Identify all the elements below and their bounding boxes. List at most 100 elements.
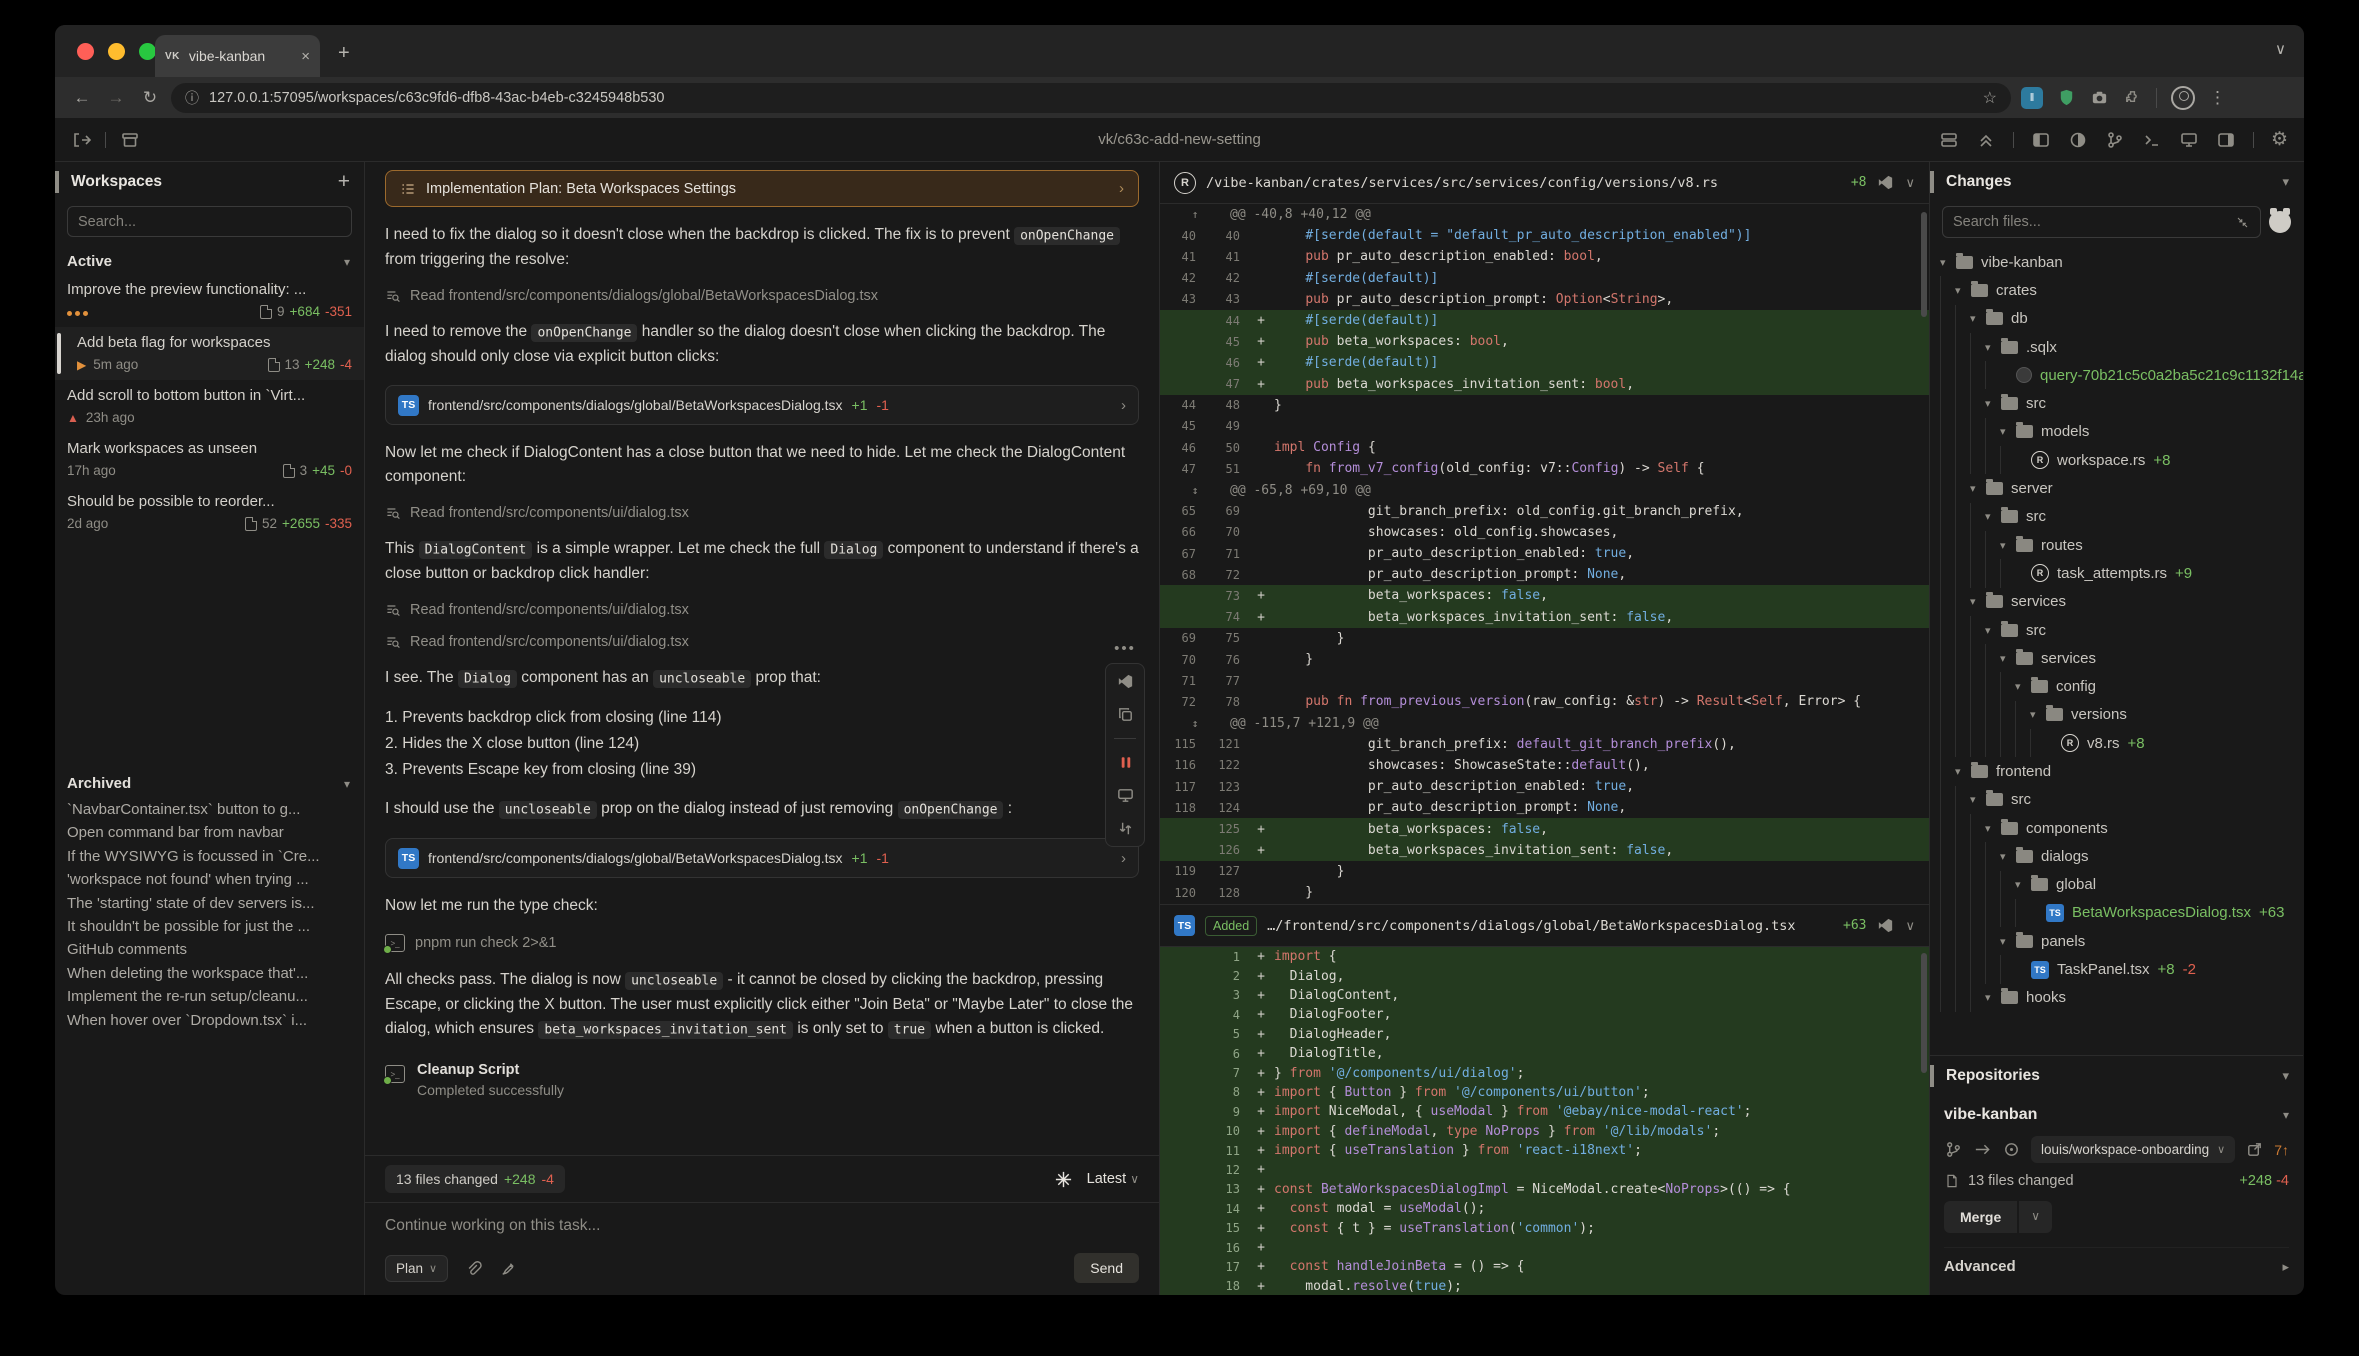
tree-file-row[interactable]: TS TaskPanel.tsx +8 -2 [1940,955,2303,984]
close-window-button[interactable] [77,42,94,60]
tree-folder-row[interactable]: ▾ hooks [1940,983,2303,1013]
adblock-shield-icon[interactable] [2057,88,2076,107]
archived-workspace-item[interactable]: 'workspace not found' when trying ... [67,868,352,891]
copy-icon[interactable] [1116,705,1135,724]
pause-icon[interactable] [1116,753,1135,772]
collapse-tree-icon[interactable] [2235,215,2250,230]
version-dropdown[interactable]: Latest ∨ [1087,1171,1139,1187]
tree-file-row[interactable]: TS BetaWorkspacesDialog.tsx +63 [1940,898,2303,928]
tree-folder-row[interactable]: ▾ panels [1940,927,2303,956]
open-external-icon[interactable] [2245,1140,2264,1159]
profile-avatar[interactable] [2171,85,2195,110]
tree-folder-row[interactable]: ▾ routes [1940,530,2303,560]
tab-close-icon[interactable]: × [301,48,310,65]
tab-search-icon[interactable]: ∨ [2275,40,2286,58]
scrollbar-thumb[interactable] [1921,212,1927,317]
tree-file-row[interactable]: Rtask_attempts.rs +9 [1940,559,2303,588]
tree-folder-row[interactable]: ▾ versions [1940,700,2303,730]
reload-icon[interactable]: ↻ [137,88,163,108]
workspace-search-input[interactable]: Search... [67,206,352,237]
open-in-vscode-icon[interactable] [1116,672,1135,691]
tree-folder-row[interactable]: ▾ src [1940,785,2303,814]
collapse-all-icon[interactable] [1976,130,1996,150]
tool-read-row[interactable]: Read frontend/src/components/ui/dialog.t… [385,634,1139,650]
workspace-item[interactable]: Should be possible to reorder... 2d ago 52… [55,486,364,539]
tree-folder-row[interactable]: ▾ server [1940,474,2303,503]
repositories-header[interactable]: Repositories ▾ [1930,1056,2303,1096]
maximize-window-button[interactable] [139,42,156,60]
screenshot-camera-icon[interactable] [2090,88,2109,107]
send-button[interactable]: Send [1074,1253,1139,1283]
mode-dropdown[interactable]: Plan ∨ [385,1254,449,1282]
tree-folder-row[interactable]: ▾ frontend [1940,757,2303,786]
collapse-chevron-icon[interactable]: ∨ [1905,175,1915,191]
archived-workspace-item[interactable]: Implement the re-run setup/cleanu... [67,985,352,1008]
browser-tab[interactable]: VK vibe-kanban × [155,35,320,77]
back-icon[interactable]: ← [69,88,95,108]
open-external-icon[interactable] [71,130,91,150]
tree-folder-row[interactable]: ▾ config [1940,672,2303,701]
message-input[interactable]: Continue working on this task... Plan ∨ S… [365,1202,1159,1295]
files-changed-chip[interactable]: 13 files changed +248 -4 [385,1165,565,1193]
tool-read-row[interactable]: Read frontend/src/components/ui/dialog.t… [385,602,1139,618]
attach-paperclip-icon[interactable] [464,1259,483,1278]
tree-folder-row[interactable]: ▾ dialogs [1940,842,2303,871]
scrollbar-thumb[interactable] [1921,953,1927,1073]
open-in-vscode-icon[interactable] [1876,173,1895,192]
archived-workspace-item[interactable]: The 'starting' state of dev servers is..… [67,892,352,915]
archived-workspace-item[interactable]: When hover over `Dropdown.tsx` i... [67,1009,352,1032]
new-tab-button[interactable]: + [338,43,350,63]
workspace-item[interactable]: Mark workspaces as unseen 17h ago 3 +45 -0 [55,433,364,486]
archived-workspace-item[interactable]: Open command bar from navbar [67,821,352,844]
tree-file-row[interactable]: query-70b21c5c0a2ba5c21c9c1132f14a68 [1940,361,2303,390]
archived-section-header[interactable]: Archived ▾ [55,769,364,796]
tree-file-row[interactable]: Rworkspace.rs +8 [1940,446,2303,475]
bookmark-star-icon[interactable]: ☆ [1983,88,1997,108]
branch-selector[interactable]: louis/workspace-onboarding ∨ [2031,1136,2236,1163]
github-icon[interactable] [2269,208,2291,233]
add-workspace-button[interactable]: + [338,170,350,194]
git-compare-icon[interactable] [1116,819,1135,838]
changes-header[interactable]: Changes ▾ [1930,162,2303,202]
edit-pen-icon[interactable] [499,1259,518,1278]
tree-folder-row[interactable]: ▾ services [1940,587,2303,616]
git-branch-icon[interactable] [1944,1140,1963,1159]
workspace-item[interactable]: Improve the preview functionality: ... 9 +… [55,274,364,327]
implementation-plan-banner[interactable]: Implementation Plan: Beta Workspaces Set… [385,170,1139,207]
collapse-chevron-icon[interactable]: ∨ [1905,918,1915,934]
tree-folder-row[interactable]: ▾ components [1940,813,2303,843]
workspace-item[interactable]: Add scroll to bottom button in `Virt... ▲… [55,380,364,433]
site-info-icon[interactable]: ⓘ [185,88,199,108]
cleanup-script-row[interactable]: >_ Cleanup Script Completed successfully [383,1062,1139,1098]
stack-layout-icon[interactable] [1939,130,1959,150]
tool-read-row[interactable]: Read frontend/src/components/dialogs/glo… [385,288,1139,304]
diff-file-header[interactable]: R /vibe-kanban/crates/services/src/servi… [1160,162,1929,204]
browser-menu-icon[interactable]: ⋮ [2209,88,2226,108]
tree-folder-row[interactable]: ▾ src [1940,389,2303,418]
workspace-item[interactable]: Add beta flag for workspaces ▶ 5m ago 13 +24… [55,327,364,380]
more-actions-icon[interactable]: ••• [1114,640,1136,657]
tree-folder-row[interactable]: ▾ db [1940,304,2303,333]
tree-folder-row[interactable]: ▾ global [1940,870,2303,899]
merge-options-chevron[interactable]: ∨ [2019,1201,2053,1233]
extensions-puzzle-icon[interactable] [2123,88,2142,107]
archived-workspace-item[interactable]: If the WYSIWYG is focussed in `Cre... [67,845,352,868]
expand-lines-icon[interactable]: ↑ [1160,208,1230,221]
edited-file-card[interactable]: TS frontend/src/components/dialogs/global… [385,838,1139,878]
open-in-vscode-icon[interactable] [1876,916,1895,935]
file-search-input[interactable]: Search files... [1942,206,2261,238]
tree-folder-row[interactable]: ▾ services [1940,644,2303,673]
repo-name-row[interactable]: vibe-kanban ▾ [1944,1098,2289,1132]
expand-lines-icon[interactable]: ↕ [1160,484,1230,497]
tree-folder-row[interactable]: ▾ .sqlx [1940,332,2303,362]
forward-icon[interactable]: → [103,88,129,108]
merge-button[interactable]: Merge [1944,1201,2018,1233]
tree-folder-row[interactable]: ▾ crates [1940,276,2303,305]
address-bar[interactable]: ⓘ 127.0.0.1:57095/workspaces/c63c9fd6-df… [171,82,2011,113]
theme-contrast-icon[interactable] [2068,130,2088,150]
expand-lines-icon[interactable]: ↕ [1160,717,1230,730]
minimize-window-button[interactable] [108,42,125,60]
terminal-command-row[interactable]: >_ pnpm run check 2>&1 [383,934,1139,954]
terminal-icon[interactable] [2142,130,2162,150]
extension-icon-blue[interactable]: ‖ [2021,86,2043,109]
